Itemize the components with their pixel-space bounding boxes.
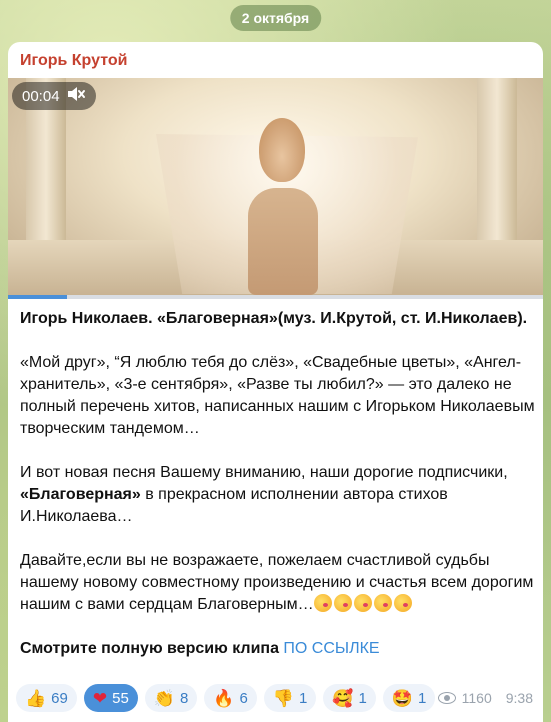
reaction-button[interactable]: 🤩 1	[382, 684, 436, 712]
message-bubble: Игорь Крутой 00:04 Игорь Николаев. «Благ…	[8, 42, 543, 722]
video-player[interactable]: 00:04	[8, 78, 543, 295]
reaction-count: 1	[299, 689, 308, 707]
video-progress-fill	[8, 295, 67, 299]
reaction-count: 1	[418, 689, 427, 707]
video-time-badge[interactable]: 00:04	[12, 82, 96, 110]
reaction-emoji-icon: 👏	[153, 688, 175, 708]
message-paragraph-3-text: Давайте,если вы не возражаете, пожелаем …	[20, 552, 534, 613]
reaction-button[interactable]: ❤ 55	[83, 684, 138, 712]
message-text: Игорь Николаев. «Благоверная»(муз. И.Кру…	[20, 308, 535, 660]
views-count: 1160	[461, 690, 492, 706]
video-progress-bar[interactable]	[8, 295, 543, 299]
reaction-count: 69	[51, 689, 68, 707]
reaction-emoji-icon: 👍	[25, 688, 47, 708]
video-scene-dress	[248, 188, 318, 295]
reaction-button[interactable]: 👎 1	[263, 684, 317, 712]
channel-name[interactable]: Игорь Крутой	[20, 52, 127, 70]
kiss-emoji-icon	[353, 594, 372, 612]
message-meta: 1160 9:38	[437, 690, 533, 706]
mute-icon[interactable]	[66, 85, 86, 107]
reaction-emoji-icon: 🥰	[332, 688, 354, 708]
reaction-count: 8	[179, 689, 189, 707]
kiss-emoji-icon	[393, 594, 412, 612]
message-paragraph-2-start: И вот новая песня Вашему вниманию, наши …	[20, 464, 508, 481]
reaction-button[interactable]: 👏 8	[144, 684, 198, 712]
video-scene-head	[259, 118, 305, 182]
reaction-count: 6	[239, 689, 248, 707]
message-time: 9:38	[505, 690, 533, 706]
message-paragraph-3: Давайте,если вы не возражаете, пожелаем …	[20, 550, 535, 616]
kiss-emoji-icon	[373, 594, 392, 612]
video-time: 00:04	[22, 87, 60, 105]
date-separator: 2 октября	[229, 5, 322, 31]
reaction-count: 1	[358, 689, 367, 707]
message-title: Игорь Николаев. «Благоверная»(муз. И.Кру…	[20, 310, 528, 327]
kiss-emoji-icon	[333, 594, 352, 612]
watch-full-text: Смотрите полную версию клипа	[20, 640, 284, 657]
reaction-count: 55	[112, 689, 129, 707]
reaction-emoji-icon: 👎	[272, 688, 294, 708]
reaction-button[interactable]: 🔥 6	[204, 684, 257, 712]
reaction-button[interactable]: 🥰 1	[323, 684, 376, 712]
message-paragraph-1: «Мой друг», “Я люблю тебя до слёз», «Сва…	[20, 354, 535, 437]
views-icon	[437, 692, 456, 704]
reactions-row: 👍 69 ❤ 55 👏 8 🔥 6 👎 1 🥰 1 🤩 1	[16, 684, 436, 712]
reaction-emoji-icon: 🔥	[213, 688, 235, 708]
full-clip-link[interactable]: ПО ССЫЛКЕ	[283, 640, 379, 657]
reaction-emoji-icon: ❤	[92, 688, 108, 708]
reaction-button[interactable]: 👍 69	[16, 684, 77, 712]
reaction-emoji-icon: 🤩	[391, 688, 414, 708]
song-title: «Благоверная»	[20, 486, 141, 503]
message-paragraph-2: И вот новая песня Вашему вниманию, наши …	[20, 462, 535, 528]
kiss-emoji-icon	[313, 594, 332, 612]
